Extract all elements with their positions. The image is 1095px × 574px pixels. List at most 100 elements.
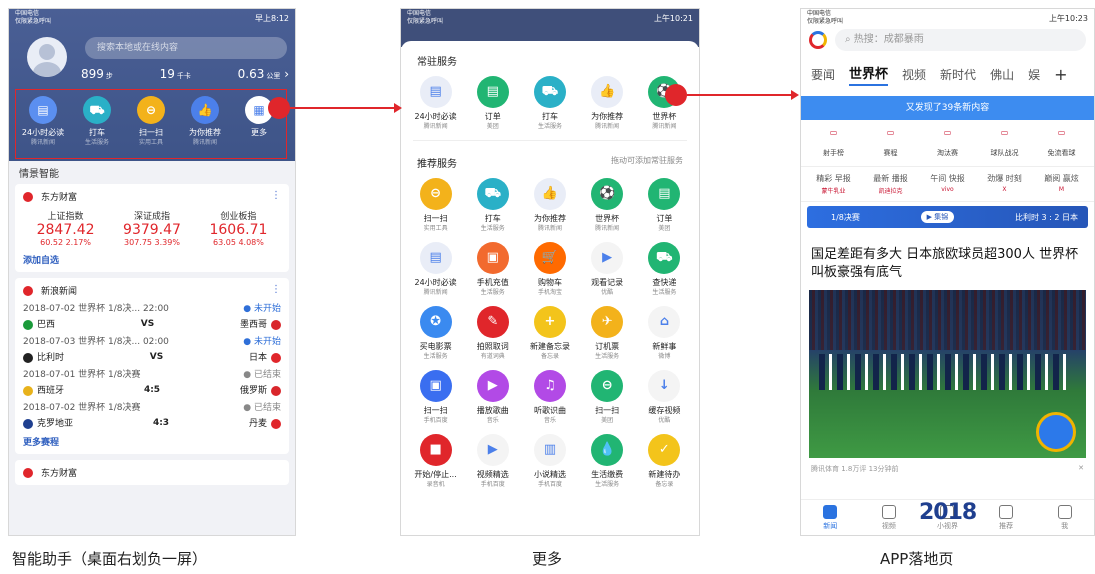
service-icon: ✓ [648, 434, 681, 466]
match-row[interactable]: 2018-07-02 世界杯 1/8决... 22:00 ● 未开始 巴西 VS 墨西哥 [23, 301, 281, 330]
tab-channel[interactable]: 世界杯 [849, 63, 889, 86]
service-icon: ✎ [476, 306, 509, 338]
avatar[interactable] [27, 37, 67, 77]
program-item[interactable]: 巅阅 赢炫 M [1044, 173, 1079, 195]
search-input[interactable]: ⌕ 热搜：成都暴雨 [835, 29, 1086, 51]
health-stats[interactable]: 899 步 19 千卡 0.63 公里 › [81, 67, 289, 81]
service-item[interactable]: ♫ 听歌识曲 音乐 [521, 368, 578, 426]
match-row[interactable]: 2018-07-01 世界杯 1/8决赛 ● 已结束 西班牙 4:5 俄罗斯 [23, 367, 281, 396]
service-item[interactable]: ▥ 小说精选 手机百度 [521, 432, 578, 490]
stock-card-bottom[interactable]: 东方财富 [15, 460, 289, 485]
worldcup-shortcut[interactable]: ▭ 免流看球 [1036, 128, 1088, 158]
service-item[interactable]: 👍 为你推荐 腾讯新闻 [521, 176, 578, 234]
quick-item[interactable]: ⛟ 打车 生活服务 [72, 96, 122, 158]
service-item[interactable]: ▣ 手机充值 生活服务 [464, 240, 521, 298]
program-item[interactable]: 最新 播报 凯迪拉克 [873, 173, 908, 195]
service-item[interactable]: ⚽世界杯腾讯新闻 [579, 176, 636, 234]
service-item[interactable]: ⛟ 打车 生活服务 [521, 74, 578, 132]
service-item[interactable]: ■ 开始/停止... 录音机 [407, 432, 464, 490]
recommended-services-title: 推荐服务 [417, 159, 457, 170]
stock-index[interactable]: 上证指数 2847.42 60.52 2.17% [23, 209, 108, 247]
worldcup-shortcut[interactable]: ▭ 赛程 [865, 128, 917, 158]
program-item[interactable]: 劲爆 时刻 X [987, 173, 1022, 195]
worldcup-shortcut[interactable]: ▭ 淘汰赛 [922, 128, 974, 158]
service-icon: ▤ [648, 178, 681, 210]
more-schedule-link[interactable]: 更多赛程 [23, 435, 281, 448]
worldcup-shortcut[interactable]: ▭ 球队战况 [979, 128, 1031, 158]
news-card[interactable]: 新浪新闻 ⋮ 2018-07-02 世界杯 1/8决... 22:00 ● 未开始… [15, 278, 289, 454]
drag-hint: 拖动可添加常驻服务 [611, 156, 683, 165]
service-item[interactable]: ▶ 播放歌曲 音乐 [464, 368, 521, 426]
service-item[interactable]: 👍 为你推荐 腾讯新闻 [579, 74, 636, 132]
team-flag-icon [271, 418, 281, 429]
nav-item[interactable]: 我 [1045, 504, 1085, 531]
thumbs-up-icon: 👍 [191, 96, 219, 124]
service-item[interactable]: ↓ 缓存视频 优酷 [636, 368, 693, 426]
service-item[interactable]: ⚽世界杯腾讯新闻 [636, 74, 693, 132]
service-item[interactable]: 🛒 购物车 手机淘宝 [521, 240, 578, 298]
more-options-icon[interactable]: ⋮ [271, 190, 281, 201]
tab-channel[interactable]: 新时代 [940, 66, 976, 83]
service-item[interactable]: ▤ 24小时必读 腾讯新闻 [407, 74, 464, 132]
match-row[interactable]: 2018-07-02 世界杯 1/8决赛 ● 已结束 克罗地亚 4:3 丹麦 [23, 400, 281, 429]
stock-card[interactable]: 东方财富 ⋮ 上证指数 2847.42 60.52 2.17% 深证成指 9379.47… [15, 184, 289, 272]
tab-channel[interactable]: 视频 [902, 66, 926, 83]
service-item[interactable]: ⊖ 扫一扫 美团 [579, 368, 636, 426]
highlights-button[interactable]: ▶ 集锦 [920, 211, 955, 223]
service-item[interactable]: ⌂ 新鲜事 微博 [636, 304, 693, 362]
service-item[interactable]: ✎ 拍照取词 有道词典 [464, 304, 521, 362]
add-watchlist-link[interactable]: 添加自选 [23, 253, 281, 266]
service-icon: ⌂ [648, 306, 681, 338]
service-item[interactable]: + 新建备忘录 备忘录 [521, 304, 578, 362]
search-input[interactable]: 搜索本地或在线内容 [85, 37, 287, 59]
match-score: 4:5 [143, 384, 161, 395]
nav-icon [999, 504, 1014, 519]
add-channel-icon[interactable]: + [1054, 65, 1067, 84]
service-item[interactable]: ✈ 订机票 生活服务 [579, 304, 636, 362]
stock-index[interactable]: 深证成指 9379.47 307.75 3.39% [109, 209, 194, 247]
service-item[interactable]: ▤ 订单 美团 [464, 74, 521, 132]
program-item[interactable]: 精彩 早报 蒙牛乳业 [816, 173, 851, 195]
service-item[interactable]: ▤ 订单 美团 [636, 176, 693, 234]
worldcup-shortcut[interactable]: ▭ 射手榜 [808, 128, 860, 158]
service-item[interactable]: ▣ 扫一扫 手机百度 [407, 368, 464, 426]
service-item[interactable]: ✓ 新建待办 备忘录 [636, 432, 693, 490]
nav-icon [881, 504, 896, 519]
program-item[interactable]: 午间 快报 vivo [930, 173, 965, 195]
service-item[interactable]: ⛟ 打车 生活服务 [464, 176, 521, 234]
live-score-bar[interactable]: 1/8决赛 ▶ 集锦 比利时 3 : 2 日本 [807, 206, 1088, 228]
services-sheet: 常驻服务 ▤24小时必读腾讯新闻▤订单美团⛟打车生活服务👍为你推荐腾讯新闻⚽世界… [401, 41, 699, 535]
service-item[interactable]: ⊖ 扫一扫 实用工具 [407, 176, 464, 234]
match-row[interactable]: 2018-07-03 世界杯 1/8决... 02:00 ● 未开始 比利时 VS 日本 [23, 334, 281, 363]
article-photo[interactable] [809, 290, 1086, 458]
service-item[interactable]: 💧 生活缴费 生活服务 [579, 432, 636, 490]
tab-channel[interactable]: 佛山 [990, 66, 1014, 83]
service-item[interactable]: ▤ 24小时必读 腾讯新闻 [407, 240, 464, 298]
taxi-icon: ⛟ [83, 96, 111, 124]
service-item[interactable]: ⛟ 查快递 生活服务 [636, 240, 693, 298]
tab-channel[interactable]: 要闻 [811, 66, 835, 83]
service-icon: ⛟ [648, 242, 681, 274]
status-bar: 中国电信 仅限紧急呼叫 上午10:21 [407, 10, 693, 25]
quick-item[interactable]: ⊖ 扫一扫 实用工具 [126, 96, 176, 158]
article-headline[interactable]: 国足差距有多大 日本旅欧球员超300人 世界杯叫板豪强有底气 [801, 232, 1094, 290]
recommended-services-grid: ⊖ 扫一扫 实用工具 ⛟ 打车 生活服务 👍 为你推荐 腾讯新闻 ⚽ 世界杯 腾讯新闻 ▤ 订单 美团 ▤ 24… [401, 176, 699, 496]
service-item[interactable]: ▶ 观看记录 优酷 [579, 240, 636, 298]
more-options-icon[interactable]: ⋮ [271, 284, 281, 295]
service-item[interactable]: ▶ 视频精选 手机百度 [464, 432, 521, 490]
stock-index[interactable]: 创业板指 1606.71 63.05 4.08% [196, 209, 281, 247]
nav-item[interactable]: 新闻 [810, 504, 850, 531]
assistant-robot-icon[interactable] [1036, 412, 1076, 452]
quick-services-highlight: ▤ 24小时必读 腾讯新闻 ⛟ 打车 生活服务 ⊖ 扫一扫 实用工具 👍 为你推荐 腾讯新闻 ▦ 更多 [15, 89, 287, 159]
phone-smart-assistant: 中国电信 仅限紧急呼叫 早上8:12 搜索本地或在线内容 899 步 19 千卡 0.… [8, 8, 296, 536]
quick-item[interactable]: ▤ 24小时必读 腾讯新闻 [18, 96, 68, 158]
dismiss-icon[interactable]: ✕ [1078, 464, 1084, 474]
tab-channel[interactable]: 娱 [1028, 66, 1040, 83]
service-item[interactable]: ✪ 买电影票 生活服务 [407, 304, 464, 362]
nav-item[interactable]: 推荐 [986, 504, 1026, 531]
quick-item[interactable]: 👍 为你推荐 腾讯新闻 [180, 96, 230, 158]
caption-left: 智能助手（桌面右划负一屏） [12, 550, 208, 568]
service-icon: ▤ [476, 76, 509, 108]
nav-item[interactable]: 视频 [869, 504, 909, 531]
service-icon: ▶ [476, 434, 509, 466]
